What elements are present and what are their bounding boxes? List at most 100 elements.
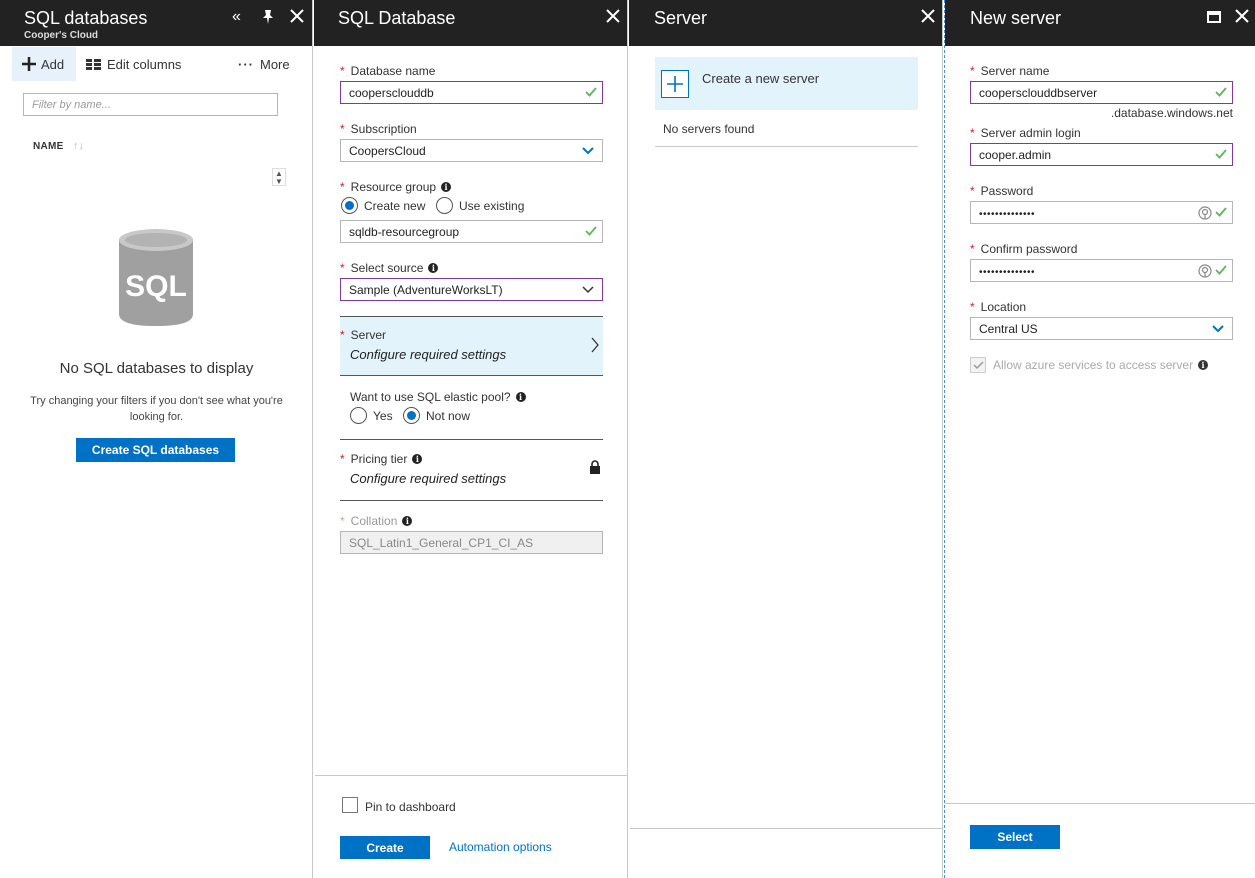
location-select[interactable]: Central US — [970, 317, 1233, 340]
no-servers-text: No servers found — [663, 122, 755, 136]
confirm-password-input[interactable]: •••••••••••••• — [970, 259, 1233, 282]
password-label: * Password — [970, 184, 1034, 198]
filter-input[interactable] — [23, 93, 278, 116]
ellipsis-icon: ··· — [238, 56, 254, 72]
scroll-spinner[interactable]: ▲ ▼ — [272, 168, 286, 186]
database-name-input[interactable]: coopersclouddb — [340, 81, 603, 104]
divider — [340, 500, 603, 501]
admin-login-input[interactable]: cooper.admin — [970, 143, 1233, 166]
more-label: More — [260, 56, 290, 72]
edit-columns-label: Edit columns — [107, 56, 182, 72]
admin-login-label: * Server admin login — [970, 126, 1081, 140]
chevron-down-icon — [1212, 325, 1224, 333]
blade-header: SQL Database — [314, 0, 627, 46]
collapse-icon[interactable]: « — [232, 8, 241, 26]
blade-title: SQL databases — [24, 8, 148, 28]
allow-azure-services-checkbox[interactable]: Allow azure services to access server i — [970, 357, 1209, 373]
info-icon[interactable]: i — [1198, 360, 1209, 370]
select-source-select[interactable]: Sample (AdventureWorksLT) — [340, 278, 603, 301]
select-source-label: * Select source i — [340, 261, 439, 275]
domain-suffix: .database.windows.net — [1110, 106, 1233, 120]
create-button[interactable]: Create — [340, 836, 430, 859]
server-name-label: * Server name — [970, 64, 1050, 78]
radio-elastic-yes[interactable]: Yes — [350, 407, 393, 424]
confirm-password-label: * Confirm password — [970, 242, 1078, 256]
blade-title: New server — [970, 8, 1062, 28]
chevron-down-icon — [582, 147, 594, 155]
blade-header: SQL databases Cooper's Cloud « — [0, 0, 312, 46]
server-setting-row[interactable]: * Server Configure required settings — [340, 316, 603, 376]
valid-check-icon — [1215, 149, 1227, 159]
close-icon[interactable] — [921, 9, 935, 23]
checkbox — [970, 357, 986, 373]
pricing-tier-value: Configure required settings — [350, 471, 507, 486]
radio-create-new[interactable]: Create new — [341, 197, 425, 214]
resource-group-label: * Resource group i — [340, 180, 452, 194]
add-label: Add — [41, 56, 65, 72]
blade-header: Server — [629, 0, 942, 46]
footer-divider — [945, 803, 1255, 804]
lock-icon — [590, 460, 600, 474]
close-icon[interactable] — [290, 9, 304, 23]
pin-to-dashboard-label: Pin to dashboard — [365, 800, 456, 814]
select-button[interactable]: Select — [970, 825, 1060, 849]
info-icon[interactable]: i — [428, 263, 439, 273]
radio-use-existing[interactable]: Use existing — [436, 197, 524, 214]
server-label: * Server — [340, 328, 387, 342]
subscription-label: * Subscription — [340, 122, 417, 136]
allow-azure-services-label: Allow azure services to access server — [993, 358, 1194, 372]
more-button[interactable]: ··· More — [238, 47, 290, 81]
footer-divider — [630, 828, 943, 829]
close-icon[interactable] — [1235, 9, 1249, 23]
valid-check-icon — [1215, 87, 1227, 97]
column-header-name[interactable]: NAME — [33, 141, 64, 152]
columns-icon — [86, 58, 101, 70]
divider — [655, 146, 918, 147]
elastic-pool-label: Want to use SQL elastic pool? i — [350, 390, 526, 404]
plus-icon — [22, 57, 36, 71]
maximize-icon[interactable] — [1207, 11, 1221, 23]
valid-check-icon — [585, 226, 597, 236]
sort-icon[interactable]: ↑↓ — [73, 140, 84, 152]
server-value: Configure required settings — [350, 347, 507, 362]
radio-elastic-not-now[interactable]: Not now — [403, 407, 470, 424]
info-icon[interactable]: i — [441, 182, 452, 192]
valid-check-icon — [1215, 265, 1227, 275]
collation-label: * Collation i — [340, 514, 413, 528]
key-icon[interactable] — [1198, 206, 1212, 220]
sql-database-icon: SQL — [117, 228, 195, 333]
info-icon[interactable]: i — [515, 392, 526, 402]
info-icon[interactable]: i — [402, 516, 413, 526]
footer-divider — [315, 775, 628, 776]
pin-icon[interactable] — [261, 9, 275, 25]
subscription-select[interactable]: CoopersCloud — [340, 139, 603, 162]
create-new-server-label: Create a new server — [702, 71, 820, 86]
location-label: * Location — [970, 300, 1027, 314]
empty-state-description: Try changing your filters if you don't s… — [30, 395, 283, 423]
automation-options-link[interactable]: Automation options — [449, 840, 552, 854]
close-icon[interactable] — [606, 9, 620, 23]
resource-group-input[interactable]: sqldb-resourcegroup — [340, 220, 603, 243]
server-name-input[interactable]: coopersclouddbserver — [970, 81, 1233, 104]
empty-state-title: No SQL databases to display — [59, 360, 254, 377]
info-icon[interactable]: i — [412, 454, 423, 464]
chevron-right-icon — [591, 337, 599, 353]
plus-icon — [661, 70, 689, 98]
collation-input: SQL_Latin1_General_CP1_CI_AS — [340, 531, 603, 554]
blade-subtitle: Cooper's Cloud — [24, 30, 99, 41]
password-input[interactable]: •••••••••••••• — [970, 201, 1233, 224]
sql-icon-text: SQL — [125, 270, 187, 303]
blade-title: Server — [654, 8, 708, 28]
create-new-server-row[interactable]: Create a new server — [655, 57, 918, 110]
chevron-down-icon — [582, 286, 594, 294]
pricing-tier-row[interactable]: * Pricing tier i Configure required settin… — [340, 440, 603, 500]
valid-check-icon — [585, 87, 597, 97]
key-icon[interactable] — [1198, 264, 1212, 278]
pin-to-dashboard-checkbox[interactable] — [342, 797, 358, 813]
edit-columns-button[interactable]: Edit columns — [86, 47, 181, 81]
pricing-tier-label: * Pricing tier i — [340, 452, 423, 466]
database-name-label: * Database name — [340, 64, 436, 78]
create-sql-databases-button[interactable]: Create SQL databases — [76, 438, 235, 462]
add-button[interactable]: Add — [12, 47, 76, 81]
toolbar: Add Edit columns ··· More — [12, 47, 300, 81]
